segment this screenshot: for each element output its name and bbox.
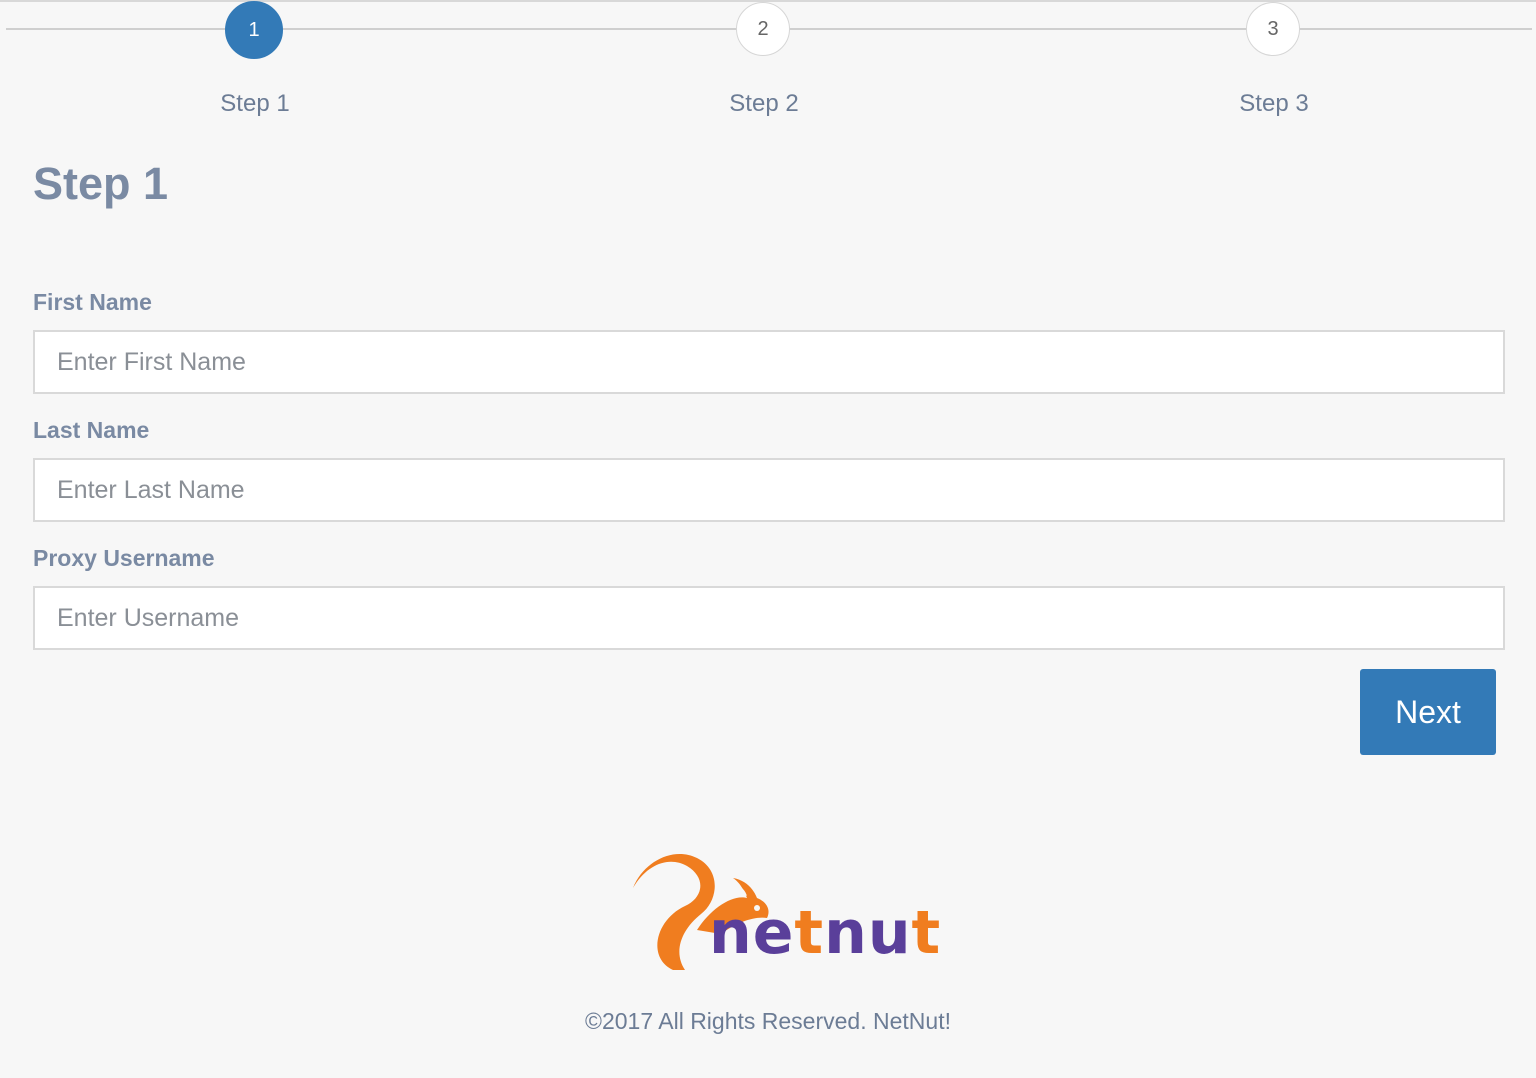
next-button[interactable]: Next xyxy=(1360,669,1496,755)
wizard-page: 1 Step 1 2 Step 2 3 Step 3 Step 1 First … xyxy=(0,0,1536,1078)
footer-copyright: ©2017 All Rights Reserved. NetNut! xyxy=(585,1008,951,1034)
step-2-circle[interactable]: 2 xyxy=(736,2,790,56)
step-1-label: Step 1 xyxy=(220,90,290,117)
first-name-input[interactable] xyxy=(33,330,1505,394)
netnut-logo: netnut netnut xyxy=(625,848,940,978)
step-2-label: Step 2 xyxy=(729,90,799,117)
step-1-circle[interactable]: 1 xyxy=(225,1,283,59)
proxy-username-input[interactable] xyxy=(33,586,1505,650)
last-name-label: Last Name xyxy=(33,417,150,443)
step-3-label: Step 3 xyxy=(1239,90,1309,117)
logo-wordmark: netnut netnut xyxy=(709,898,942,968)
first-name-label: First Name xyxy=(33,289,152,315)
last-name-input[interactable] xyxy=(33,458,1505,522)
step-3-circle[interactable]: 3 xyxy=(1246,2,1300,56)
proxy-username-label: Proxy Username xyxy=(33,545,215,571)
page-title: Step 1 xyxy=(33,158,169,209)
